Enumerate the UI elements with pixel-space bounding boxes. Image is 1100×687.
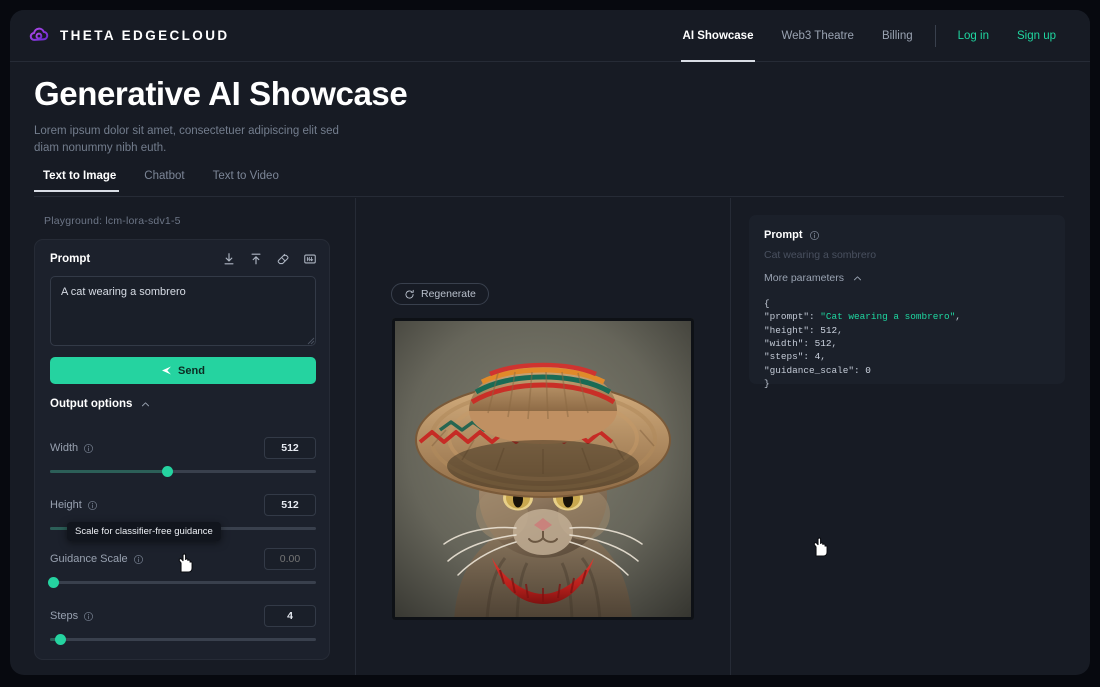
field-width-input[interactable] [264, 437, 316, 459]
slider-thumb[interactable] [161, 466, 173, 477]
top-navigation-bar: THETA EDGECLOUD AI Showcase Web3 Theatre… [10, 10, 1090, 62]
field-steps: Steps [50, 604, 316, 645]
chevron-up-icon [853, 275, 861, 280]
brand-name: THETA EDGECLOUD [60, 28, 230, 43]
parameters-json: { "prompt": "Cat wearing a sombrero", "h… [764, 298, 961, 390]
parameters-prompt-value: Cat wearing a sombrero [764, 249, 877, 261]
send-button[interactable]: Send [50, 357, 316, 384]
prompt-input[interactable] [50, 276, 316, 346]
parameters-panel: Prompt Cat wearing a sombrero More param… [731, 198, 1090, 675]
regenerate-label: Regenerate [421, 288, 476, 300]
more-parameters-label: More parameters [764, 272, 844, 284]
field-steps-input[interactable] [264, 605, 316, 627]
theta-cloud-logo-icon [29, 27, 49, 41]
page-title: Generative AI Showcase [34, 75, 408, 112]
nav-links: AI Showcase Web3 Theatre Billing Log in … [669, 10, 1070, 62]
more-parameters-toggle[interactable]: More parameters [764, 272, 863, 284]
field-steps-slider[interactable] [50, 634, 316, 645]
nav-divider [934, 25, 936, 47]
output-options-label: Output options [50, 398, 133, 410]
slider-thumb[interactable] [48, 577, 59, 588]
refresh-icon [405, 289, 414, 299]
info-icon[interactable] [133, 554, 144, 565]
info-icon[interactable] [83, 611, 94, 622]
generated-image [392, 318, 694, 620]
app-window: THETA EDGECLOUD AI Showcase Web3 Theatre… [10, 10, 1090, 675]
info-icon[interactable] [83, 443, 94, 454]
upload-icon[interactable] [249, 252, 263, 266]
send-icon [162, 366, 172, 375]
tab-text-to-image[interactable]: Text to Image [34, 170, 127, 192]
prompt-card: Prompt A cat wearing a sombrero Send Out… [34, 239, 330, 660]
page-subtitle: Lorem ipsum dolor sit amet, consectetuer… [34, 125, 339, 154]
chevron-up-icon [142, 401, 150, 406]
controls-panel: Playground: lcm-lora-sdv1-5 Prompt A cat… [10, 198, 355, 675]
result-panel: Regenerate [356, 198, 828, 675]
main-content: Playground: lcm-lora-sdv1-5 Prompt A cat… [10, 198, 1090, 675]
prompt-header: Prompt [50, 252, 317, 266]
field-width: Width [50, 436, 316, 477]
regenerate-button[interactable]: Regenerate [391, 283, 489, 305]
field-guidance-scale-slider[interactable] [48, 577, 316, 588]
tab-text-to-video[interactable]: Text to Video [202, 170, 290, 191]
field-width-slider[interactable] [50, 466, 316, 477]
parameters-card: Prompt Cat wearing a sombrero More param… [749, 215, 1065, 389]
tab-chatbot[interactable]: Chatbot [133, 170, 195, 191]
nav-item-ai-showcase[interactable]: AI Showcase [669, 10, 768, 62]
format-icon[interactable] [303, 252, 317, 266]
field-guidance-scale-label: Guidance Scale [50, 553, 144, 565]
slider-fill [50, 470, 168, 473]
info-icon[interactable] [809, 230, 820, 241]
send-button-label: Send [178, 364, 205, 377]
field-height-input[interactable] [264, 494, 316, 516]
prompt-label: Prompt [50, 253, 91, 265]
field-guidance-scale-input[interactable] [264, 548, 316, 570]
hero-section: Generative AI Showcase Lorem ipsum dolor… [34, 75, 1064, 157]
parameters-prompt-label: Prompt [764, 229, 803, 241]
field-height-label: Height [50, 499, 98, 511]
brand-logo[interactable]: THETA EDGECLOUD [28, 24, 230, 47]
parameters-prompt-header: Prompt [764, 229, 820, 241]
field-guidance-scale: Guidance Scale [48, 547, 316, 588]
eraser-icon[interactable] [276, 252, 290, 266]
download-icon[interactable] [222, 252, 236, 266]
slider-tooltip: Scale for classifier-free guidance [67, 522, 221, 541]
generated-image-frame[interactable] [392, 318, 694, 620]
info-icon[interactable] [87, 500, 98, 511]
prompt-toolbar [222, 252, 317, 266]
mode-tabs: Text to Image Chatbot Text to Video [34, 170, 1064, 197]
playground-label: Playground: lcm-lora-sdv1-5 [44, 215, 181, 227]
slider-thumb[interactable] [55, 634, 67, 645]
field-width-label: Width [50, 442, 94, 454]
nav-item-billing[interactable]: Billing [868, 10, 927, 62]
field-steps-label: Steps [50, 610, 94, 622]
login-link[interactable]: Log in [944, 10, 1003, 62]
signup-link[interactable]: Sign up [1003, 10, 1070, 62]
output-options-toggle[interactable]: Output options [50, 398, 151, 410]
nav-item-web3-theatre[interactable]: Web3 Theatre [767, 10, 867, 62]
